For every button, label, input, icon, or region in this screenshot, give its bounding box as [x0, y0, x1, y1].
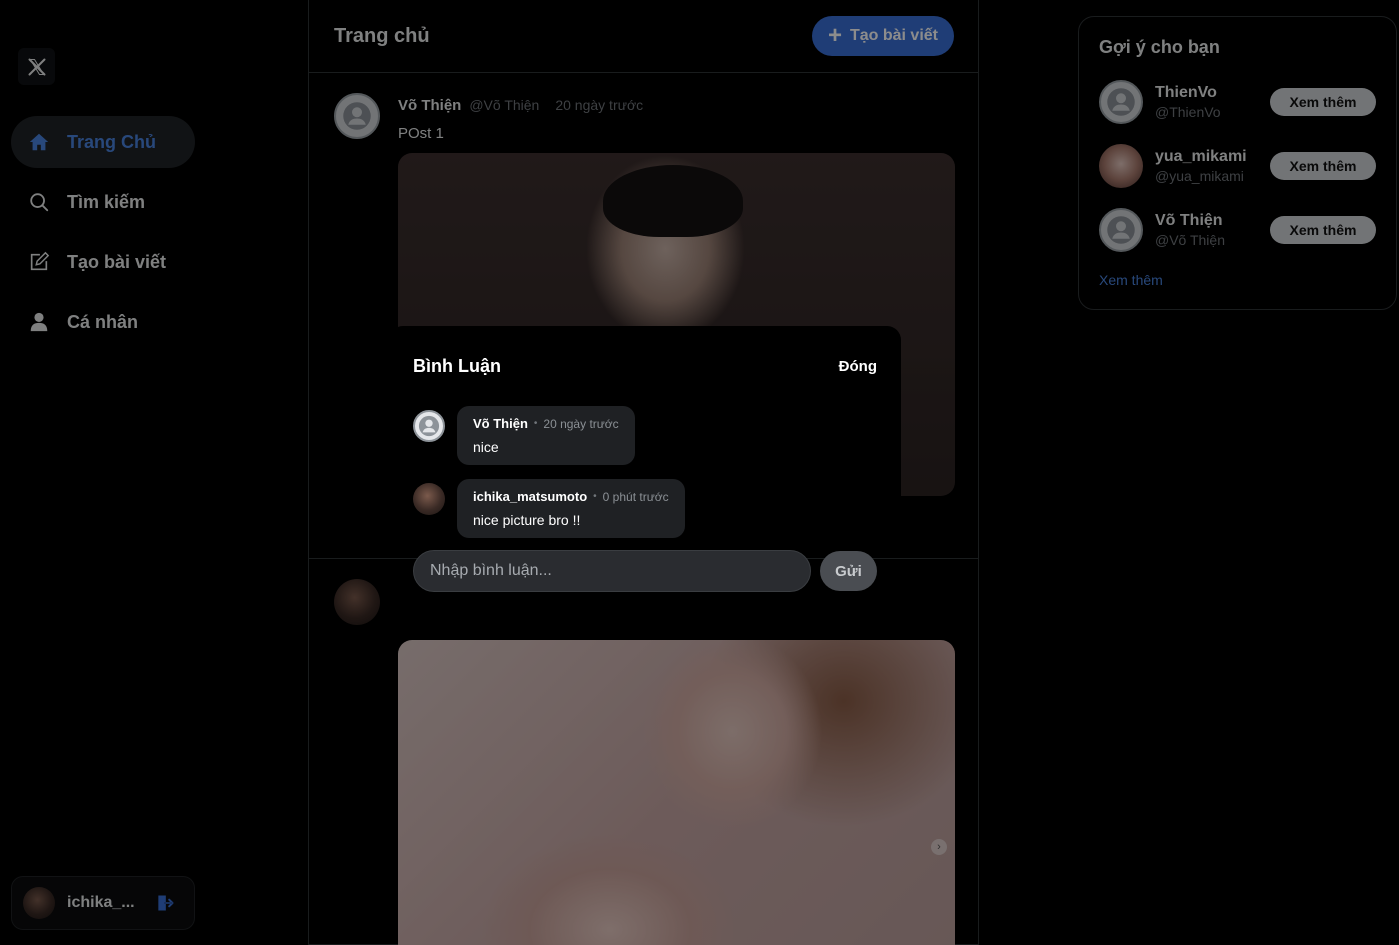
view-more-button[interactable]: Xem thêm	[1270, 88, 1376, 116]
suggestion-info: yua_mikami @yua_mikami	[1155, 148, 1270, 184]
comment-text: nice picture bro !!	[473, 512, 581, 528]
edit-icon	[27, 250, 51, 274]
x-logo-icon[interactable]	[18, 48, 55, 85]
comment-author[interactable]: Võ Thiện	[473, 416, 528, 431]
comment-author[interactable]: ichika_matsumoto	[473, 489, 587, 504]
logout-icon[interactable]	[155, 893, 175, 913]
current-user-name: ichika_...	[67, 894, 135, 911]
comment-meta: Võ Thiện • 20 ngày trước	[473, 416, 619, 431]
dot-separator: •	[593, 491, 597, 502]
post-handle: @Võ Thiện	[469, 97, 540, 113]
search-icon	[27, 190, 51, 214]
image-content	[603, 165, 743, 237]
close-button[interactable]: Đóng	[839, 358, 877, 375]
page-title: Trang chủ	[334, 24, 430, 47]
avatar[interactable]	[334, 579, 380, 625]
app-root: Trang Chủ Tìm kiếm Tạo bài viết Cá nhân …	[0, 0, 1399, 945]
left-sidebar: Trang Chủ Tìm kiếm Tạo bài viết Cá nhân …	[0, 0, 308, 945]
carousel-next-icon[interactable]: ›	[931, 839, 947, 855]
avatar[interactable]	[334, 93, 380, 139]
nav-item-search[interactable]: Tìm kiếm	[11, 176, 195, 228]
suggestion-handle: @ThienVo	[1155, 104, 1221, 120]
nav-item-label: Cá nhân	[67, 311, 139, 332]
suggestion-name[interactable]: Võ Thiện	[1155, 212, 1270, 230]
suggestion-name[interactable]: yua_mikami	[1155, 148, 1270, 166]
modal-title: Bình Luận	[413, 355, 501, 376]
post-text: POst 1	[398, 125, 444, 142]
feed-header: Trang chủ + Tạo bài viết	[309, 0, 978, 73]
avatar[interactable]	[413, 483, 445, 515]
dot-separator: •	[533, 418, 538, 429]
suggestion-item[interactable]: ThienVo @ThienVo Xem thêm	[1099, 70, 1376, 134]
avatar[interactable]	[413, 410, 445, 442]
post-image[interactable]: ›	[398, 640, 955, 945]
view-more-button[interactable]: Xem thêm	[1270, 152, 1376, 180]
comment-time: 20 ngày trước	[543, 416, 619, 431]
create-post-button[interactable]: + Tạo bài viết	[811, 16, 954, 56]
suggestion-item[interactable]: Võ Thiện @Võ Thiện Xem thêm	[1099, 198, 1376, 262]
user-icon	[27, 310, 51, 334]
suggestion-handle: @yua_mikami	[1155, 168, 1244, 184]
nav-item-label: Tìm kiếm	[67, 191, 146, 212]
plus-icon: +	[827, 22, 842, 49]
send-button[interactable]: Gửi	[820, 551, 877, 591]
nav-item-profile[interactable]: Cá nhân	[11, 296, 195, 348]
suggestion-info: ThienVo @ThienVo	[1155, 84, 1270, 120]
comment-meta: ichika_matsumoto • 0 phút trước	[473, 489, 669, 504]
create-post-label: Tạo bài viết	[849, 27, 938, 44]
comment-input[interactable]	[413, 550, 811, 592]
post-meta: Võ Thiện @Võ Thiện 20 ngày trước	[398, 97, 643, 114]
comment-modal: Bình Luận Đóng Võ Thiện • 20 ngày trước …	[389, 326, 901, 592]
nav-item-label: Tạo bài viết	[67, 251, 167, 272]
suggestion-name[interactable]: ThienVo	[1155, 84, 1270, 102]
comment-bubble: ichika_matsumoto • 0 phút trước nice pic…	[457, 479, 685, 538]
current-user-card[interactable]: ichika_...	[11, 876, 195, 930]
avatar[interactable]	[1099, 208, 1143, 252]
nav-item-home[interactable]: Trang Chủ	[11, 116, 195, 168]
avatar	[23, 887, 55, 919]
modal-header: Bình Luận Đóng	[413, 326, 877, 406]
post-time: 20 ngày trước	[555, 97, 644, 113]
home-icon	[27, 130, 51, 154]
comment-text: nice	[473, 439, 499, 455]
suggestion-info: Võ Thiện @Võ Thiện	[1155, 212, 1270, 248]
avatar[interactable]	[1099, 80, 1143, 124]
comment-item: ichika_matsumoto • 0 phút trước nice pic…	[413, 479, 877, 538]
post-author[interactable]: Võ Thiện	[398, 97, 461, 114]
avatar[interactable]	[1099, 144, 1143, 188]
nav-item-label: Trang Chủ	[67, 131, 156, 152]
suggestion-handle: @Võ Thiện	[1155, 232, 1225, 248]
comment-input-row: Gửi	[413, 550, 877, 592]
nav-item-create-post[interactable]: Tạo bài viết	[11, 236, 195, 288]
see-more-link[interactable]: Xem thêm	[1099, 272, 1163, 288]
comment-time: 0 phút trước	[602, 489, 669, 504]
comment-item: Võ Thiện • 20 ngày trước nice	[413, 406, 877, 465]
suggestions-title: Gợi ý cho bạn	[1099, 37, 1220, 57]
suggestions-panel: Gợi ý cho bạn ThienVo @ThienVo Xem thêm …	[1078, 16, 1397, 310]
suggestion-item[interactable]: yua_mikami @yua_mikami Xem thêm	[1099, 134, 1376, 198]
post-card[interactable]: ›	[309, 559, 978, 945]
comment-bubble: Võ Thiện • 20 ngày trước nice	[457, 406, 635, 465]
view-more-button[interactable]: Xem thêm	[1270, 216, 1376, 244]
